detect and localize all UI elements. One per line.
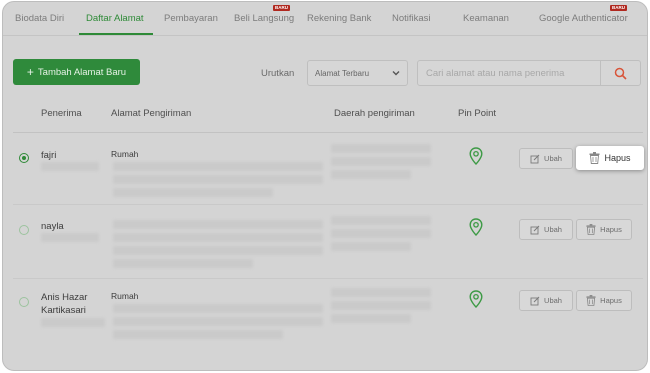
delete-label: Hapus [604, 153, 631, 163]
tab-pembayaran[interactable]: Pembayaran [164, 13, 218, 24]
address-redacted [113, 162, 323, 171]
edit-button[interactable]: Ubah [519, 290, 573, 311]
tab-notifikasi[interactable]: Notifikasi [392, 13, 431, 24]
edit-icon [530, 154, 540, 163]
edit-label: Ubah [544, 225, 562, 234]
edit-button[interactable]: Ubah [519, 219, 573, 240]
search-button[interactable] [600, 61, 640, 85]
header-daerah-pengiriman: Daerah pengiriman [334, 108, 415, 119]
region-redacted [331, 314, 411, 323]
region-redacted [331, 301, 431, 310]
region-redacted [331, 157, 431, 166]
region-redacted [331, 229, 431, 238]
search-input[interactable] [418, 61, 600, 85]
trash-icon [586, 224, 596, 235]
select-radio[interactable] [19, 225, 29, 235]
header-pin-point: Pin Point [458, 108, 497, 119]
trash-icon [589, 152, 600, 164]
row-divider [13, 204, 643, 205]
address-redacted [113, 330, 283, 339]
region-redacted [331, 170, 411, 179]
edit-label: Ubah [544, 154, 562, 163]
region-redacted [331, 288, 431, 297]
trash-icon [586, 295, 596, 306]
address-redacted [113, 304, 323, 313]
map-pin-icon[interactable] [469, 147, 483, 165]
region-redacted [331, 216, 431, 225]
address-label: Rumah [111, 149, 139, 159]
tab-beli-langsung[interactable]: Beli Langsung [234, 13, 294, 24]
edit-icon [530, 296, 540, 305]
edit-icon [530, 225, 540, 234]
search-box [417, 60, 641, 86]
search-icon [614, 67, 627, 80]
recipient-phone-redacted [41, 233, 99, 242]
recipient-name: nayla [41, 221, 64, 232]
tab-bar: Biodata Diri Daftar Alamat Pembayaran Be… [3, 2, 647, 36]
tab-rekening-bank[interactable]: Rekening Bank [307, 13, 371, 24]
address-redacted [113, 175, 323, 184]
address-redacted [113, 233, 323, 242]
delete-button[interactable]: Hapus [576, 219, 632, 240]
new-badge: BARU [273, 5, 290, 11]
sort-select[interactable]: Alamat Terbaru [307, 60, 408, 86]
address-redacted [113, 220, 323, 229]
address-redacted [113, 259, 253, 268]
region-redacted [331, 144, 431, 153]
header-penerima: Penerima [41, 108, 82, 119]
recipient-name: fajri [41, 150, 57, 161]
new-badge: BARU [610, 5, 627, 11]
map-pin-icon[interactable] [469, 290, 483, 308]
address-redacted [113, 246, 323, 255]
select-radio[interactable] [19, 153, 29, 163]
edit-button[interactable]: Ubah [519, 148, 573, 169]
delete-label: Hapus [600, 225, 622, 234]
active-tab-indicator [79, 33, 153, 35]
add-address-label: Tambah Alamat Baru [37, 66, 127, 78]
region-redacted [331, 242, 411, 251]
map-pin-icon[interactable] [469, 218, 483, 236]
tab-biodata-diri[interactable]: Biodata Diri [15, 13, 64, 24]
add-address-button[interactable]: + Tambah Alamat Baru [13, 59, 140, 85]
edit-label: Ubah [544, 296, 562, 305]
address-label: Rumah [111, 291, 139, 301]
tab-daftar-alamat[interactable]: Daftar Alamat [86, 13, 144, 24]
recipient-phone-redacted [41, 162, 99, 171]
delete-button[interactable]: Hapus [576, 290, 632, 311]
recipient-name: Anis Hazar Kartikasari [41, 292, 88, 316]
sort-value: Alamat Terbaru [315, 68, 370, 78]
header-alamat-pengiriman: Alamat Pengiriman [111, 108, 192, 119]
row-divider [13, 278, 643, 279]
delete-label: Hapus [600, 296, 622, 305]
header-divider [13, 132, 643, 133]
tab-keamanan[interactable]: Keamanan [463, 13, 509, 24]
recipient-phone-redacted [41, 318, 105, 327]
tab-google-authenticator[interactable]: Google Authenticator [539, 13, 628, 24]
plus-icon: + [26, 65, 34, 79]
address-redacted [113, 317, 323, 326]
address-settings-panel: Biodata Diri Daftar Alamat Pembayaran Be… [2, 1, 648, 371]
select-radio[interactable] [19, 297, 29, 307]
sort-label: Urutkan [261, 68, 295, 79]
chevron-down-icon [392, 71, 400, 76]
delete-button[interactable]: Hapus [576, 146, 644, 170]
address-redacted [113, 188, 273, 197]
